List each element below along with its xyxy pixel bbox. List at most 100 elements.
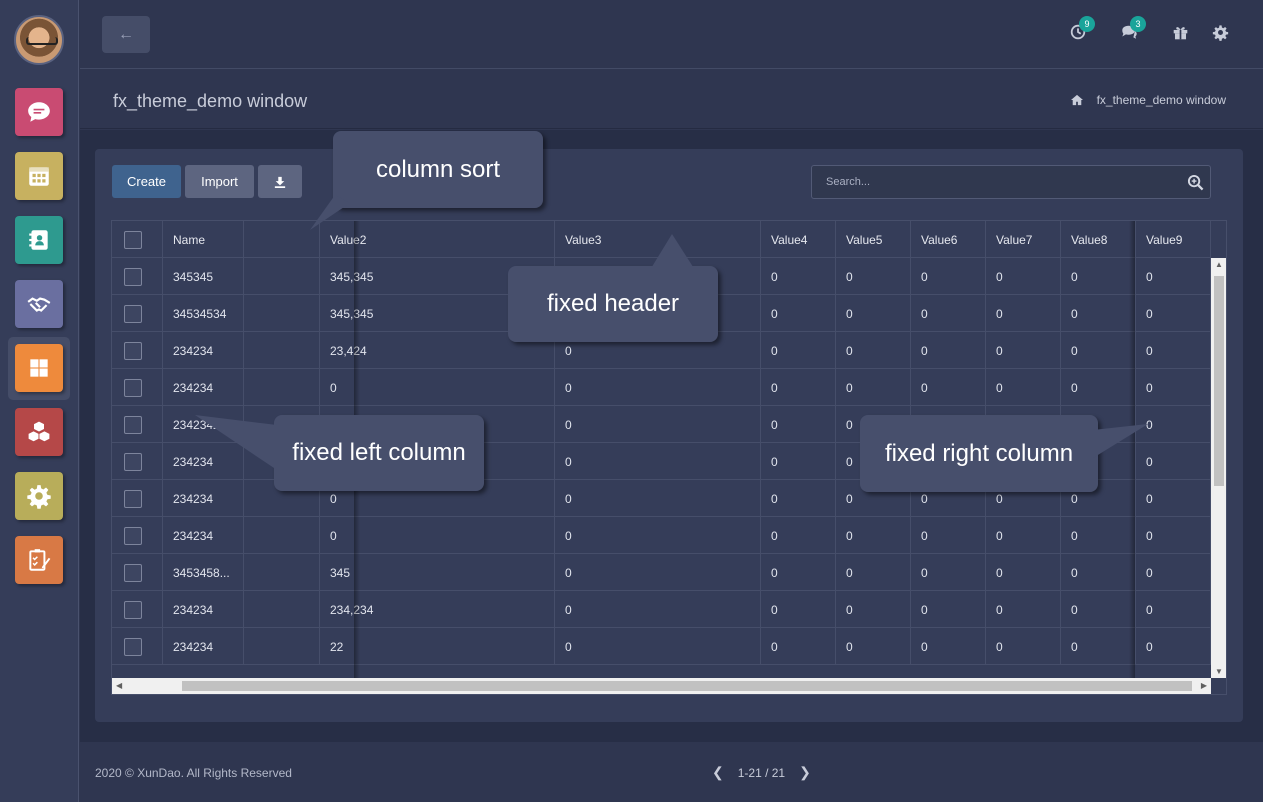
table-cell: 0 [555,443,761,480]
horizontal-scroll-thumb[interactable] [182,681,1192,691]
column-header[interactable]: Value6 [911,221,986,258]
table-row[interactable]: 234234 0 0 0 0 0 0 0 0 [112,369,1211,406]
calendar-icon [29,167,49,186]
checkbox-cell [112,258,163,295]
home-icon[interactable] [1070,94,1084,106]
table-row[interactable]: 234234 234,234 0 0 0 0 0 0 0 [112,591,1211,628]
table-cell [244,591,320,628]
column-header[interactable]: Value7 [986,221,1061,258]
gift-icon [1173,26,1187,39]
table-cell: 0 [761,517,836,554]
table-cell: 0 [911,369,986,406]
row-checkbox[interactable] [124,452,142,471]
top-bar: ← 9 3 [80,0,1263,69]
messages-button[interactable]: 3 [1119,16,1146,42]
column-header[interactable]: Name [163,221,244,258]
column-header[interactable]: Value5 [836,221,911,258]
table-cell [244,258,320,295]
table-cell: 0 [1061,554,1136,591]
row-checkbox[interactable] [124,526,142,545]
table-cell: 234234 [163,628,244,665]
app-tasks-icon[interactable] [15,536,63,584]
row-checkbox[interactable] [124,378,142,397]
table-cell: 0 [761,443,836,480]
table-cell: 0 [836,628,911,665]
checklist-pencil-icon [29,549,51,571]
app-settings-icon[interactable] [15,472,63,520]
row-checkbox[interactable] [124,563,142,582]
select-all-checkbox[interactable] [124,230,142,249]
create-button[interactable]: Create [112,165,181,198]
app-deals-icon[interactable] [15,280,63,328]
row-checkbox[interactable] [124,415,142,434]
search-input[interactable] [812,166,1182,198]
table-cell: 0 [761,369,836,406]
app-calendar-icon[interactable] [15,152,63,200]
table-cell: 0 [911,628,986,665]
table-cell: 0 [911,517,986,554]
table-cell: 0 [836,591,911,628]
table-cell: 3453458... [163,554,244,591]
table-cell: 0 [761,258,836,295]
checkbox-cell [112,480,163,517]
table-cell: 0 [911,591,986,628]
table-row[interactable]: 234234 0 0 0 0 0 0 0 0 [112,517,1211,554]
scroll-left-icon[interactable]: ◀ [116,681,122,690]
checkbox-cell [112,406,163,443]
table-cell [244,628,320,665]
row-checkbox[interactable] [124,489,142,508]
history-button[interactable]: 9 [1068,16,1095,42]
row-checkbox[interactable] [124,600,142,619]
table-cell [244,554,320,591]
horizontal-scrollbar[interactable]: ◀ ▶ [112,678,1211,694]
table-cell: 0 [555,480,761,517]
search-zoom-icon[interactable] [1187,174,1204,191]
table-cell: 0 [761,295,836,332]
table-cell: 0 [1061,369,1136,406]
table-row[interactable]: 234234 22 0 0 0 0 0 0 0 [112,628,1211,665]
table-cell: 0 [1136,332,1211,369]
app-windows-icon[interactable] [15,344,63,392]
row-checkbox[interactable] [124,637,142,656]
import-button[interactable]: Import [185,165,254,198]
table-cell: 0 [555,591,761,628]
checkbox-cell [112,591,163,628]
prev-page-icon[interactable]: ❮ [712,764,724,781]
table-cell: 0 [1136,517,1211,554]
callout-header-pointer [650,234,695,270]
column-header[interactable]: Value4 [761,221,836,258]
column-header[interactable]: Value8 [1061,221,1136,258]
scroll-right-icon[interactable]: ▶ [1201,681,1207,690]
column-header[interactable]: Value9 [1136,221,1211,258]
checkbox-cell [112,517,163,554]
footer: 2020 © XunDao. All Rights Reserved ❮ 1-2… [80,742,1263,802]
scroll-up-icon[interactable]: ▲ [1215,260,1223,269]
callout-right-pointer [1093,424,1148,458]
vertical-scrollbar[interactable]: ▲ ▼ [1211,258,1226,678]
gift-button[interactable] [1170,22,1190,42]
app-inventory-icon[interactable] [15,408,63,456]
table-cell: 0 [836,369,911,406]
table-cell: 0 [911,554,986,591]
download-button[interactable] [258,165,302,198]
table-cell: 0 [761,554,836,591]
row-checkbox[interactable] [124,304,142,323]
table-row[interactable]: 3453458... 345 0 0 0 0 0 0 0 [112,554,1211,591]
table-cell: 234234 [163,480,244,517]
app-contacts-icon[interactable] [15,216,63,264]
callout-fixed-left-column: fixed left column [274,415,484,491]
row-checkbox[interactable] [124,267,142,286]
row-checkbox[interactable] [124,341,142,360]
page-info: 1-21 / 21 [737,765,786,780]
scroll-down-icon[interactable]: ▼ [1215,667,1223,676]
pager: ❮ 1-21 / 21 ❯ [712,764,811,781]
next-page-icon[interactable]: ❯ [799,764,811,781]
user-avatar[interactable] [14,15,64,65]
breadcrumb-current: fx_theme_demo window [1096,93,1226,107]
vertical-scroll-thumb[interactable] [1214,276,1224,486]
table-cell: 0 [911,295,986,332]
table-cell [244,332,320,369]
app-chat-icon[interactable] [15,88,63,136]
settings-button[interactable] [1210,22,1230,42]
back-button[interactable]: ← [102,16,150,53]
